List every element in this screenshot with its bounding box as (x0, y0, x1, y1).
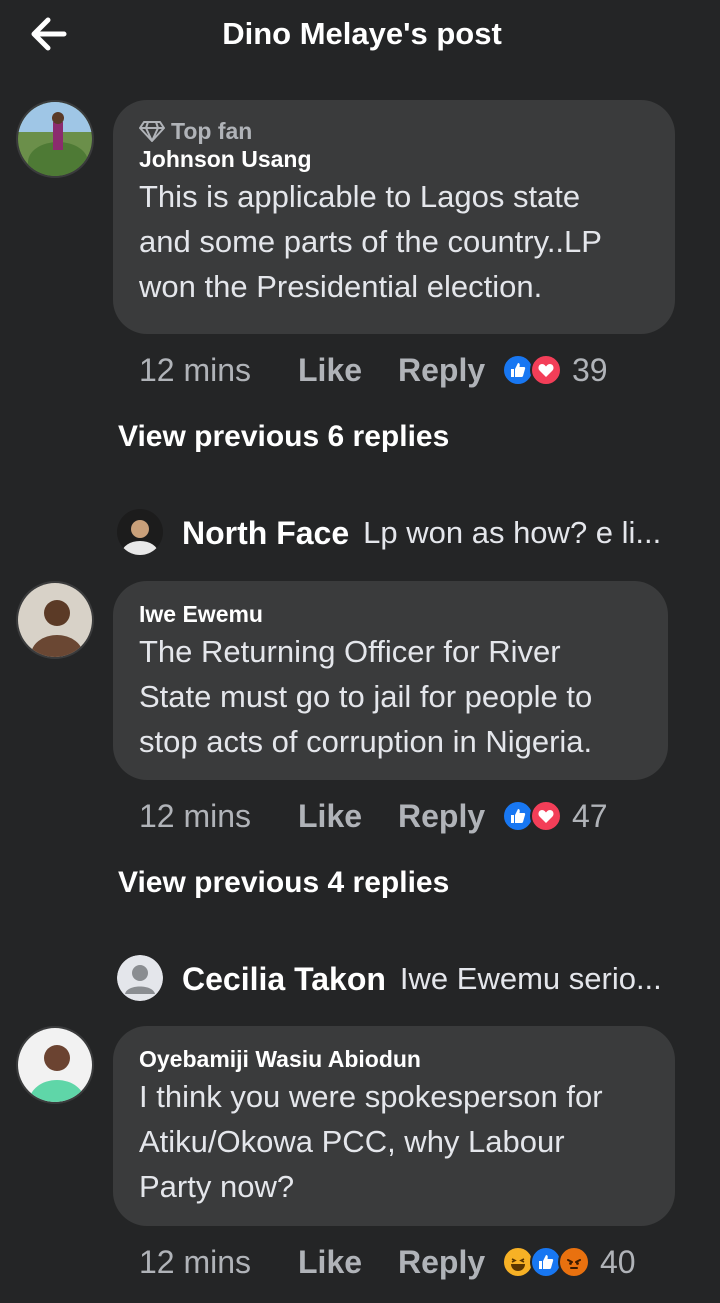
reply-text: Iwe Ewemu serio... (399, 961, 662, 996)
top-fan-badge: Top fan (139, 118, 649, 144)
badge-label: Top fan (171, 118, 253, 144)
reply-author[interactable]: North Face (182, 515, 349, 552)
comment-bubble[interactable]: Top fan Johnson Usang This is applicable… (113, 100, 675, 334)
view-previous-replies[interactable]: View previous 4 replies (118, 866, 449, 900)
comment-bubble[interactable]: Iwe Ewemu The Returning Officer for Rive… (113, 581, 668, 780)
comment-actions: 12 mins Like Reply 39 (139, 350, 608, 390)
timestamp: 12 mins (139, 797, 252, 834)
comment-text: The Returning Officer for River State mu… (139, 629, 642, 764)
diamond-icon (139, 121, 165, 142)
page-title: Dino Melaye's post (222, 16, 502, 51)
comment-line: and some parts of the country..LP (139, 224, 602, 259)
comment-line: Atiku/Okowa PCC, why Labour (139, 1124, 565, 1159)
heart-icon (530, 800, 562, 832)
avatar-cecilia-takon[interactable] (117, 955, 163, 1001)
like-button[interactable]: Like (298, 1244, 398, 1281)
comment-actions: 12 mins Like Reply 40 (139, 1242, 636, 1282)
reply-button[interactable]: Reply (398, 352, 502, 389)
comment-bubble[interactable]: Oyebamiji Wasiu Abiodun I think you were… (113, 1026, 675, 1226)
comment-line: This is applicable to Lagos state (139, 179, 581, 214)
like-button[interactable]: Like (298, 798, 398, 835)
angry-icon (558, 1246, 590, 1278)
comment-line: stop acts of corruption in Nigeria. (139, 724, 593, 759)
reaction-count: 40 (600, 1243, 636, 1280)
reaction-count: 47 (572, 797, 608, 834)
comment-line: Party now? (139, 1169, 295, 1204)
reactions[interactable] (502, 354, 562, 386)
view-previous-replies[interactable]: View previous 6 replies (118, 420, 449, 454)
comment-text: This is applicable to Lagos state and so… (139, 174, 649, 309)
timestamp: 12 mins (139, 351, 252, 388)
reply-text: Lp won as how? e li... (363, 515, 662, 550)
reply-author[interactable]: Cecilia Takon (182, 961, 386, 998)
heart-icon (530, 354, 562, 386)
avatar-north-face[interactable] (117, 509, 163, 555)
top-bar: Dino Melaye's post (0, 0, 720, 72)
reply-preview[interactable]: Cecilia Takon Iwe Ewemu serio... (117, 955, 697, 1003)
reactions[interactable] (502, 1246, 590, 1278)
avatar-oyebamiji-wasiu-abiodun[interactable] (16, 1026, 94, 1104)
reply-button[interactable]: Reply (398, 798, 502, 835)
reactions[interactable] (502, 800, 562, 832)
comment-line: The Returning Officer for River (139, 634, 561, 669)
timestamp: 12 mins (139, 1243, 252, 1280)
comment-text: I think you were spokesperson for Atiku/… (139, 1074, 649, 1209)
reaction-count: 39 (572, 351, 608, 388)
comment-author[interactable]: Iwe Ewemu (139, 599, 642, 629)
avatar-iwe-ewemu[interactable] (16, 581, 94, 659)
avatar-johnson-usang[interactable] (16, 100, 94, 178)
comment-line: State must go to jail for people to (139, 679, 593, 714)
comment-line: I think you were spokesperson for (139, 1079, 603, 1114)
comment-author[interactable]: Johnson Usang (139, 144, 649, 174)
comment-line: won the Presidential election. (139, 269, 543, 304)
comment-author[interactable]: Oyebamiji Wasiu Abiodun (139, 1044, 649, 1074)
comment-actions: 12 mins Like Reply 47 (139, 796, 608, 836)
reply-preview[interactable]: North Face Lp won as how? e li... (117, 509, 697, 557)
reply-button[interactable]: Reply (398, 1244, 502, 1281)
like-button[interactable]: Like (298, 352, 398, 389)
